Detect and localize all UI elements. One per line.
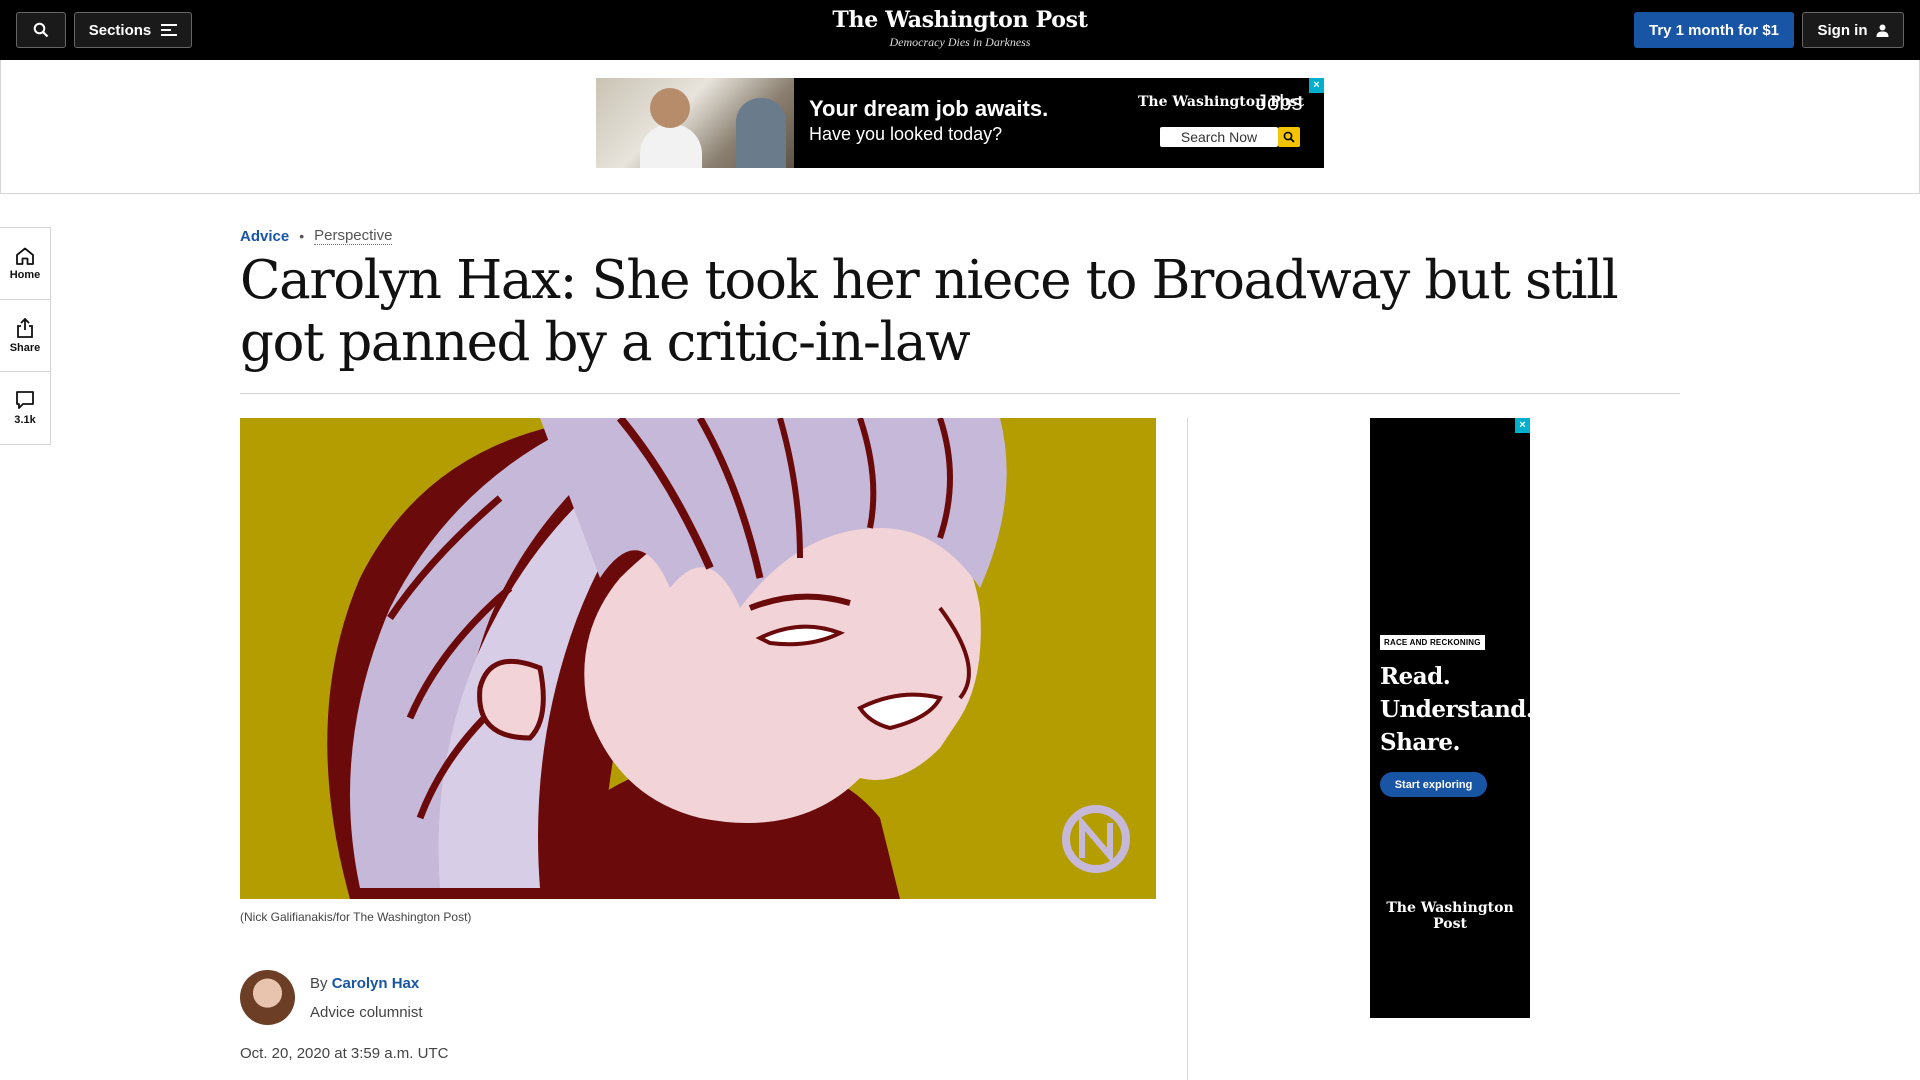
publish-timestamp: Oct. 20, 2020 at 3:59 a.m. UTC <box>240 1045 449 1062</box>
sign-in-button[interactable]: Sign in <box>1802 12 1904 48</box>
column-divider <box>1187 418 1188 1080</box>
article-action-rail: Home Share 3.1k <box>0 227 51 445</box>
rail-label-comments-count: 3.1k <box>14 414 36 426</box>
ad-line-read: Read. <box>1380 663 1451 690</box>
author-avatar[interactable] <box>240 970 295 1025</box>
home-icon <box>16 247 34 265</box>
site-logo: The Washington Post <box>832 7 1088 33</box>
close-x-icon[interactable]: × <box>1309 78 1324 93</box>
masthead-logo[interactable]: The Washington Post Democracy Dies in Da… <box>760 6 1160 50</box>
byline: By Carolyn Hax <box>310 975 419 992</box>
search-button[interactable] <box>16 12 66 48</box>
rail-label-home: Home <box>9 268 41 281</box>
sidebar-advertisement[interactable]: RACE AND RECKONING Read. Understand. Sha… <box>1370 418 1534 1018</box>
lead-illustration[interactable] <box>240 418 1156 899</box>
sections-menu-button[interactable]: Sections <box>74 12 192 48</box>
ad-wapo-logo: The Washington Post <box>1386 900 1514 932</box>
perspective-label[interactable]: Perspective <box>314 227 393 245</box>
image-caption: (Nick Galifianakis/for The Washington Po… <box>240 910 472 924</box>
sign-in-label: Sign in <box>1817 21 1868 39</box>
ad-subline: Have you looked today? <box>809 124 1003 144</box>
ad-badge: RACE AND RECKONING <box>1380 635 1485 650</box>
illustration-woman-profile <box>240 418 1156 899</box>
rail-item-share[interactable]: Share <box>0 300 50 372</box>
ad-headline: Your dream job awaits. <box>809 96 1049 121</box>
leaderboard-advertisement[interactable]: Your dream job awaits. Have you looked t… <box>596 78 1324 168</box>
ad-search-now-button[interactable]: Search Now <box>1160 127 1278 147</box>
sections-label: Sections <box>88 21 152 39</box>
rail-item-home[interactable]: Home <box>0 228 50 300</box>
subscribe-button[interactable]: Try 1 month for $1 <box>1634 12 1794 48</box>
header-divider <box>240 393 1680 394</box>
section-link-advice[interactable]: Advice <box>240 228 289 245</box>
ad-photo-handshake <box>596 78 794 168</box>
ad-jobs-label: Jobs <box>1256 90 1303 115</box>
article-headline: Carolyn Hax: She took her niece to Broad… <box>240 250 1619 373</box>
hamburger-icon <box>161 24 178 36</box>
author-role: Advice columnist <box>310 1004 423 1021</box>
share-icon <box>17 317 33 338</box>
rail-label-share: Share <box>9 341 41 354</box>
search-icon <box>1283 131 1295 143</box>
ad-line-understand: Understand. <box>1380 696 1534 723</box>
author-link[interactable]: Carolyn Hax <box>332 975 420 992</box>
byline-prefix: By <box>310 975 328 992</box>
top-navigation-bar: Sections The Washington Post Democracy D… <box>0 0 1920 60</box>
site-tagline: Democracy Dies in Darkness <box>889 35 1031 49</box>
search-icon <box>33 22 49 38</box>
ad-search-icon-button[interactable] <box>1278 127 1300 147</box>
ad-line-share: Share. <box>1380 729 1461 756</box>
kicker-separator: • <box>299 228 305 244</box>
start-exploring-button[interactable]: Start exploring <box>1380 772 1487 797</box>
user-icon <box>1876 24 1888 37</box>
close-x-icon[interactable]: × <box>1515 418 1530 433</box>
ad-headline-lines: Read. Understand. Share. <box>1380 660 1534 759</box>
article-kicker: Advice • Perspective <box>240 227 393 245</box>
rail-item-comments[interactable]: 3.1k <box>0 372 50 444</box>
comment-icon <box>16 391 34 409</box>
